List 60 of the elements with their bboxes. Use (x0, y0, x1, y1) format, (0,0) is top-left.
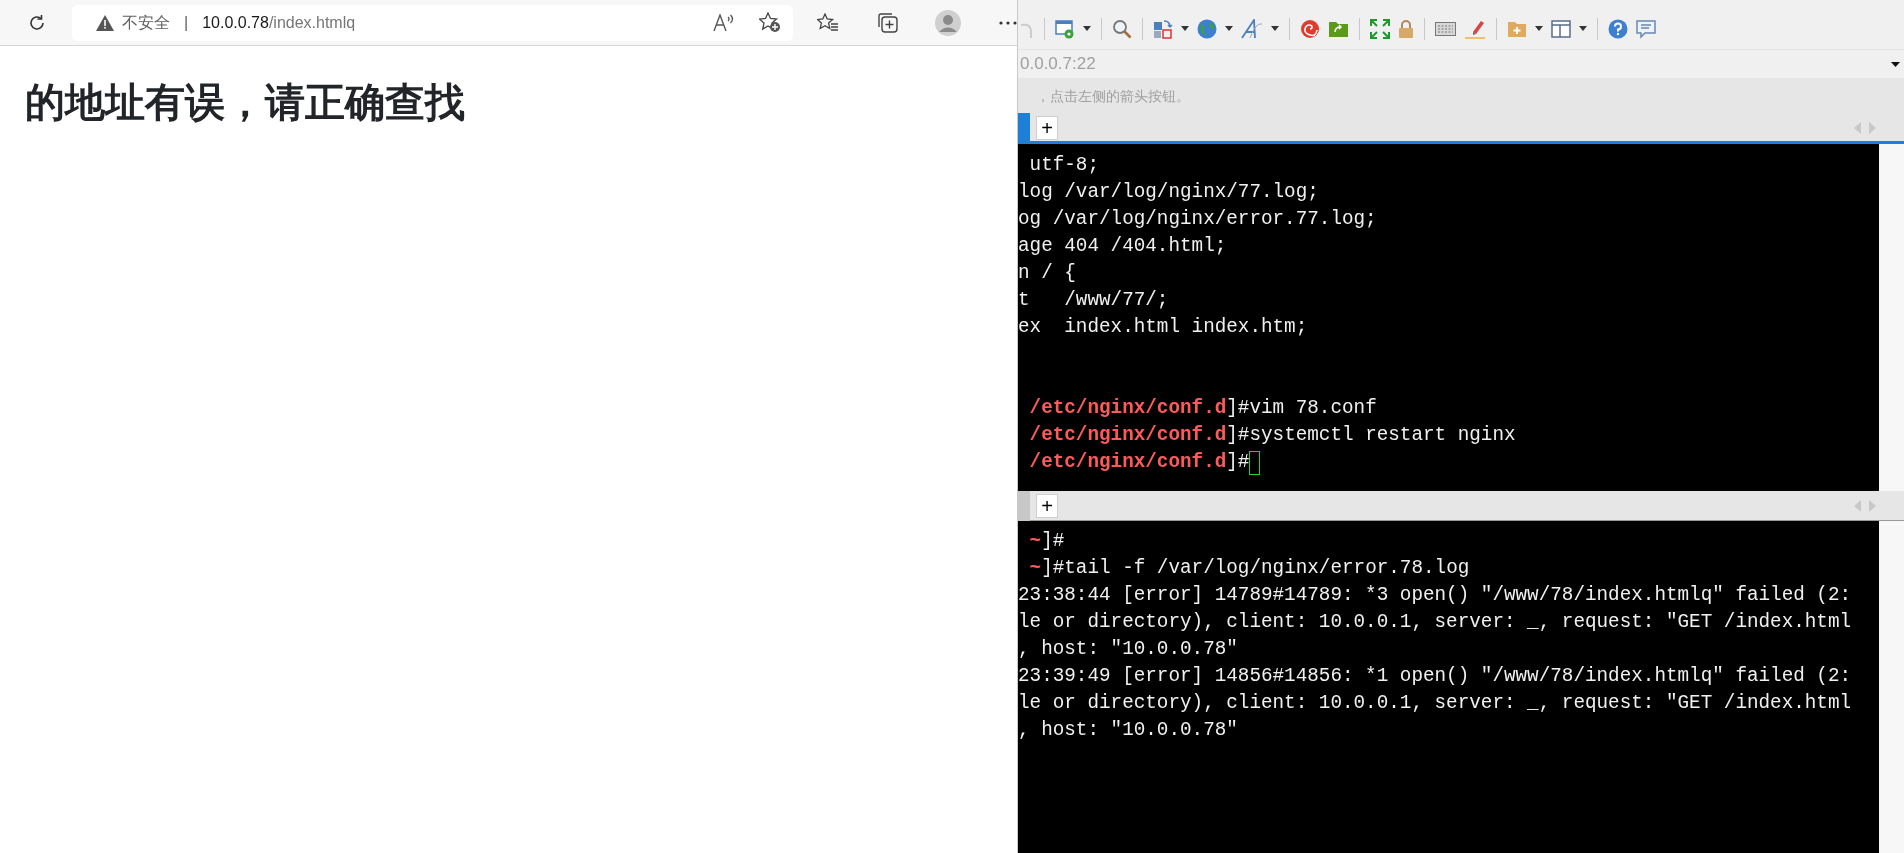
folder-plus-icon[interactable] (1507, 19, 1527, 38)
scrollbar[interactable] (1879, 144, 1904, 491)
folder-arrows-icon[interactable] (1328, 19, 1349, 38)
refresh-icon[interactable] (28, 13, 46, 32)
security-label[interactable]: 不安全 (122, 10, 170, 35)
session-tab[interactable] (1018, 490, 1030, 521)
favorite-add-icon[interactable] (759, 12, 782, 33)
more-icon[interactable] (999, 20, 1017, 25)
profile-avatar[interactable] (935, 9, 962, 36)
caret-icon[interactable] (1181, 26, 1189, 31)
terminal-line: t /www/77/; (1018, 288, 1169, 313)
new-tab-button[interactable]: + (1036, 115, 1058, 140)
terminal-line: 23:39:49 [error] 14856#14856: *1 open() "/www/78/index.htmlq" failed (2: (1018, 664, 1852, 689)
terminal-line: ex index.html index.htm; (1018, 315, 1308, 340)
search-icon[interactable] (1112, 18, 1132, 39)
keyboard-icon[interactable] (1435, 21, 1456, 36)
read-aloud-icon[interactable] (713, 13, 736, 32)
terminal-line: , host: "10.0.0.78" (1018, 718, 1238, 743)
terminal-line: /etc/nginx/conf.d]# (1018, 449, 1261, 476)
fullscreen-icon[interactable] (1370, 18, 1390, 39)
terminal-line: age 404 /404.html; (1018, 234, 1227, 259)
spiral-icon[interactable] (1300, 18, 1320, 39)
terminal-line: le or directory), client: 10.0.0.1, server: _, request: "GET /index.html (1018, 610, 1852, 635)
caret-icon[interactable] (1579, 26, 1587, 31)
dropdown-caret-icon[interactable] (1891, 61, 1900, 67)
url-text: 10.0.0.78/index.htmlq (202, 12, 356, 33)
globe-icon[interactable] (1197, 18, 1217, 39)
terminal-line: ~]# (1028, 529, 1065, 554)
terminal-line: ~]#tail -f /var/log/nginx/error.78.log (1028, 556, 1470, 581)
terminal-line: utf-8; (1028, 153, 1099, 178)
font-icon[interactable] (1241, 18, 1263, 39)
caret-icon[interactable] (1083, 26, 1091, 31)
highlighter-icon[interactable] (1464, 18, 1486, 39)
window-gear-icon[interactable] (1055, 18, 1075, 39)
terminal-line: /etc/nginx/conf.d]#systemctl restart nginx (1028, 423, 1516, 448)
caret-icon[interactable] (1225, 26, 1233, 31)
favorites-icon[interactable] (817, 12, 840, 33)
cursor (1249, 450, 1261, 475)
terminal-line: /etc/nginx/conf.d]#vim 78.conf (1028, 396, 1377, 421)
hint-text: ，点击左侧的箭头按钮。 (1036, 86, 1190, 106)
terminal-line: le or directory), client: 10.0.0.1, server: _, request: "GET /index.html (1018, 691, 1852, 716)
caret-icon[interactable] (1271, 26, 1279, 31)
terminal-line: , host: "10.0.0.78" (1018, 637, 1238, 662)
transfer-icon[interactable] (1153, 18, 1173, 39)
terminal-line: log /var/log/nginx/77.log; (1018, 180, 1319, 205)
new-tab-button[interactable]: + (1036, 493, 1058, 518)
separator: | (184, 12, 189, 33)
layout-icon[interactable] (1551, 19, 1571, 38)
warning-icon[interactable] (96, 14, 114, 31)
help-icon[interactable] (1608, 18, 1628, 39)
terminal-line: og /var/log/nginx/error.77.log; (1018, 207, 1377, 232)
lock-icon[interactable] (1398, 18, 1414, 39)
scrollbar[interactable] (1879, 521, 1904, 853)
terminal-line: n / { (1018, 261, 1076, 286)
chat-icon[interactable] (1636, 18, 1656, 39)
caret-icon[interactable] (1535, 26, 1543, 31)
collections-icon[interactable] (877, 11, 900, 34)
terminal-line: 23:38:44 [error] 14789#14789: *3 open() "/www/78/index.htmlq" failed (2: (1018, 583, 1852, 608)
page-heading: 的地址有误，请正确查找 (25, 82, 466, 122)
address-bar[interactable]: 不安全 | 10.0.0.78/index.htmlq (72, 4, 794, 41)
